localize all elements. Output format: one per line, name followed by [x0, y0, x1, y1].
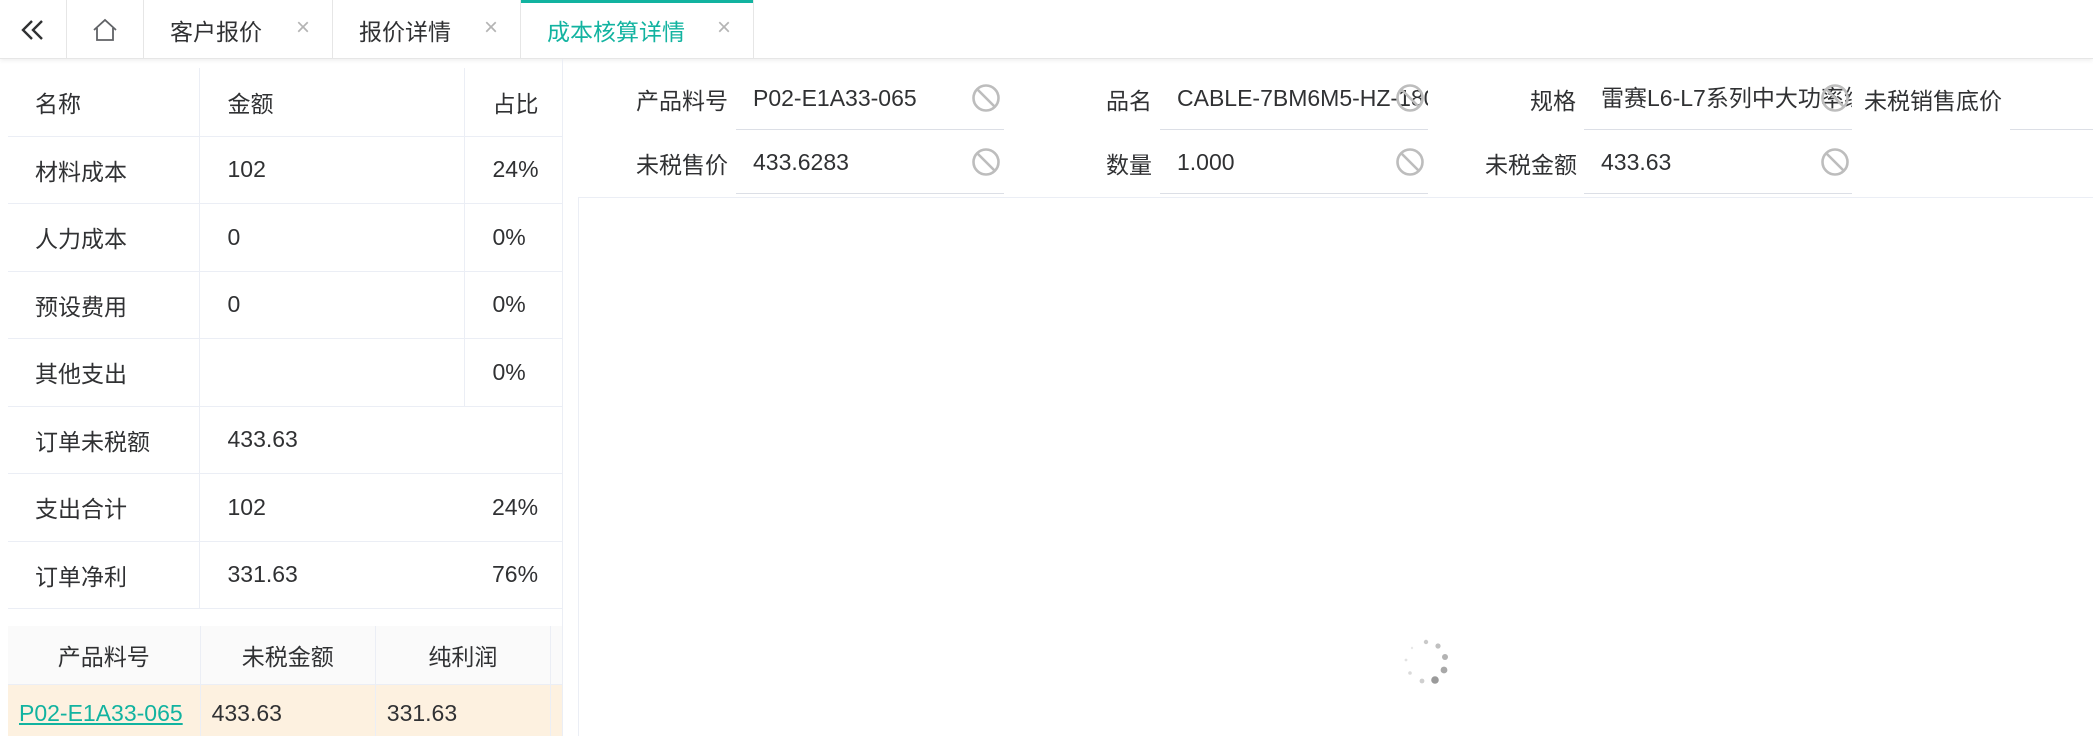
content-area-top-border	[578, 197, 2093, 198]
table-row: 材料成本 102 24%	[8, 136, 562, 204]
product-name-field: 品名 CABLE-7BM6M5-HZ-180	[1004, 66, 1428, 130]
row-ratio	[464, 406, 562, 474]
quantity-input[interactable]: 1.000	[1160, 130, 1428, 194]
product-profit-table: 产品料号 未税金额 纯利润 P02-E1A33-065 433.63 331.6…	[8, 626, 562, 736]
row-spacer	[550, 684, 562, 736]
part-no-label: 产品料号	[636, 88, 728, 114]
ban-icon	[1821, 148, 1849, 176]
table-header-row: 产品料号 未税金额 纯利润	[8, 626, 562, 685]
column-header-name: 名称	[8, 68, 200, 137]
min-price-field: 未税销售底价	[1852, 66, 2093, 130]
quantity-field: 数量 1.000	[1004, 130, 1428, 194]
untaxed-price-value: 433.6283	[753, 149, 849, 175]
tab-label: 成本核算详情	[547, 18, 685, 45]
tab-label: 客户报价	[170, 18, 262, 45]
ban-icon	[1396, 148, 1424, 176]
tab-quote-detail[interactable]: 报价详情 ×	[333, 0, 521, 59]
part-no-link[interactable]: P02-E1A33-065	[19, 700, 183, 726]
product-name-label: 品名	[1106, 88, 1152, 114]
untaxed-amount-field: 未税金额 433.63	[1428, 130, 1852, 194]
tab-label: 报价详情	[359, 18, 451, 45]
column-header-spacer	[550, 626, 562, 685]
collapse-back-button[interactable]	[0, 0, 67, 59]
row-name: 人力成本	[8, 203, 200, 272]
table-row: 支出合计 102 24%	[8, 473, 562, 542]
spec-input[interactable]: 雷赛L6-L7系列中大功率编码器延长线	[1584, 66, 1852, 130]
min-price-label: 未税销售底价	[1864, 88, 2002, 114]
close-icon[interactable]: ×	[713, 16, 735, 40]
ban-icon	[1821, 84, 1849, 112]
row-untaxed-amount: 433.63	[200, 684, 376, 736]
product-name-input[interactable]: CABLE-7BM6M5-HZ-180	[1160, 66, 1428, 130]
min-price-input[interactable]	[2010, 66, 2093, 130]
double-chevron-left-icon	[21, 19, 43, 40]
row-amount	[199, 338, 465, 407]
row-name: 预设费用	[8, 271, 200, 339]
cost-summary-table: 名称 金额 占比 材料成本 102 24% 人力成本 0 0% 预设费用 0 0…	[8, 68, 562, 609]
column-header-part-no: 产品料号	[8, 626, 201, 685]
part-no-value: P02-E1A33-065	[753, 85, 917, 111]
row-amount: 0	[199, 271, 465, 339]
row-net-profit: 331.63	[375, 684, 551, 736]
row-name: 材料成本	[8, 136, 200, 204]
spec-value: 雷赛L6-L7系列中大功率编码器延长线	[1601, 85, 1852, 111]
row-ratio: 76%	[464, 541, 562, 609]
part-no-input[interactable]: P02-E1A33-065	[736, 66, 1004, 130]
table-header-row: 名称 金额 占比	[8, 68, 562, 137]
content-area-left-border	[578, 197, 579, 736]
row-amount: 102	[199, 136, 465, 204]
untaxed-amount-label: 未税金额	[1485, 152, 1577, 178]
row-ratio: 0%	[464, 203, 562, 272]
untaxed-price-input[interactable]: 433.6283	[736, 130, 1004, 194]
table-row: 预设费用 0 0%	[8, 271, 562, 339]
spec-label: 规格	[1530, 88, 1576, 114]
row-amount: 331.63	[199, 541, 464, 609]
row-ratio: 24%	[464, 136, 562, 204]
table-row: 其他支出 0%	[8, 338, 562, 407]
ban-icon	[972, 148, 1000, 176]
untaxed-amount-input[interactable]: 433.63	[1584, 130, 1852, 194]
spinner-icon	[1404, 639, 1448, 684]
untaxed-price-label: 未税售价	[636, 152, 728, 178]
untaxed-price-field: 未税售价 433.6283	[578, 130, 1004, 194]
tab-bar: 客户报价 × 报价详情 × 成本核算详情 ×	[0, 0, 2093, 59]
row-amount: 0	[199, 203, 465, 272]
table-row[interactable]: P02-E1A33-065 433.63 331.63	[8, 684, 562, 736]
tab-cost-accounting-detail[interactable]: 成本核算详情 ×	[521, 0, 754, 59]
row-part-no-cell: P02-E1A33-065	[8, 684, 201, 736]
home-icon	[93, 18, 117, 41]
spec-field: 规格 雷赛L6-L7系列中大功率编码器延长线	[1428, 66, 1852, 130]
close-icon[interactable]: ×	[292, 16, 314, 40]
column-header-untaxed-amount: 未税金额	[200, 626, 376, 685]
row-ratio: 24%	[464, 473, 562, 542]
ban-icon	[1396, 84, 1424, 112]
untaxed-amount-value: 433.63	[1601, 149, 1672, 175]
row-ratio: 0%	[464, 271, 562, 339]
row-amount: 433.63	[199, 406, 464, 474]
row-ratio: 0%	[464, 338, 562, 407]
close-icon[interactable]: ×	[480, 16, 502, 40]
row-name: 订单净利	[8, 541, 200, 609]
table-row: 人力成本 0 0%	[8, 203, 562, 272]
tab-customer-quote[interactable]: 客户报价 ×	[144, 0, 333, 59]
part-no-field: 产品料号 P02-E1A33-065	[578, 66, 1004, 130]
quantity-label: 数量	[1106, 152, 1152, 178]
row-amount: 102	[199, 473, 464, 542]
column-header-ratio: 占比	[464, 68, 562, 137]
row-name: 支出合计	[8, 473, 200, 542]
table-row: 订单未税额 433.63	[8, 406, 562, 474]
left-panel-divider	[562, 59, 563, 736]
product-name-value: CABLE-7BM6M5-HZ-180	[1177, 85, 1428, 111]
row-name: 其他支出	[8, 338, 200, 407]
quantity-value: 1.000	[1177, 149, 1235, 175]
row-name: 订单未税额	[8, 406, 200, 474]
column-header-amount: 金额	[199, 68, 465, 137]
ban-icon	[972, 84, 1000, 112]
home-tab-button[interactable]	[67, 0, 144, 59]
column-header-net-profit: 纯利润	[375, 626, 551, 685]
table-row: 订单净利 331.63 76%	[8, 541, 562, 609]
